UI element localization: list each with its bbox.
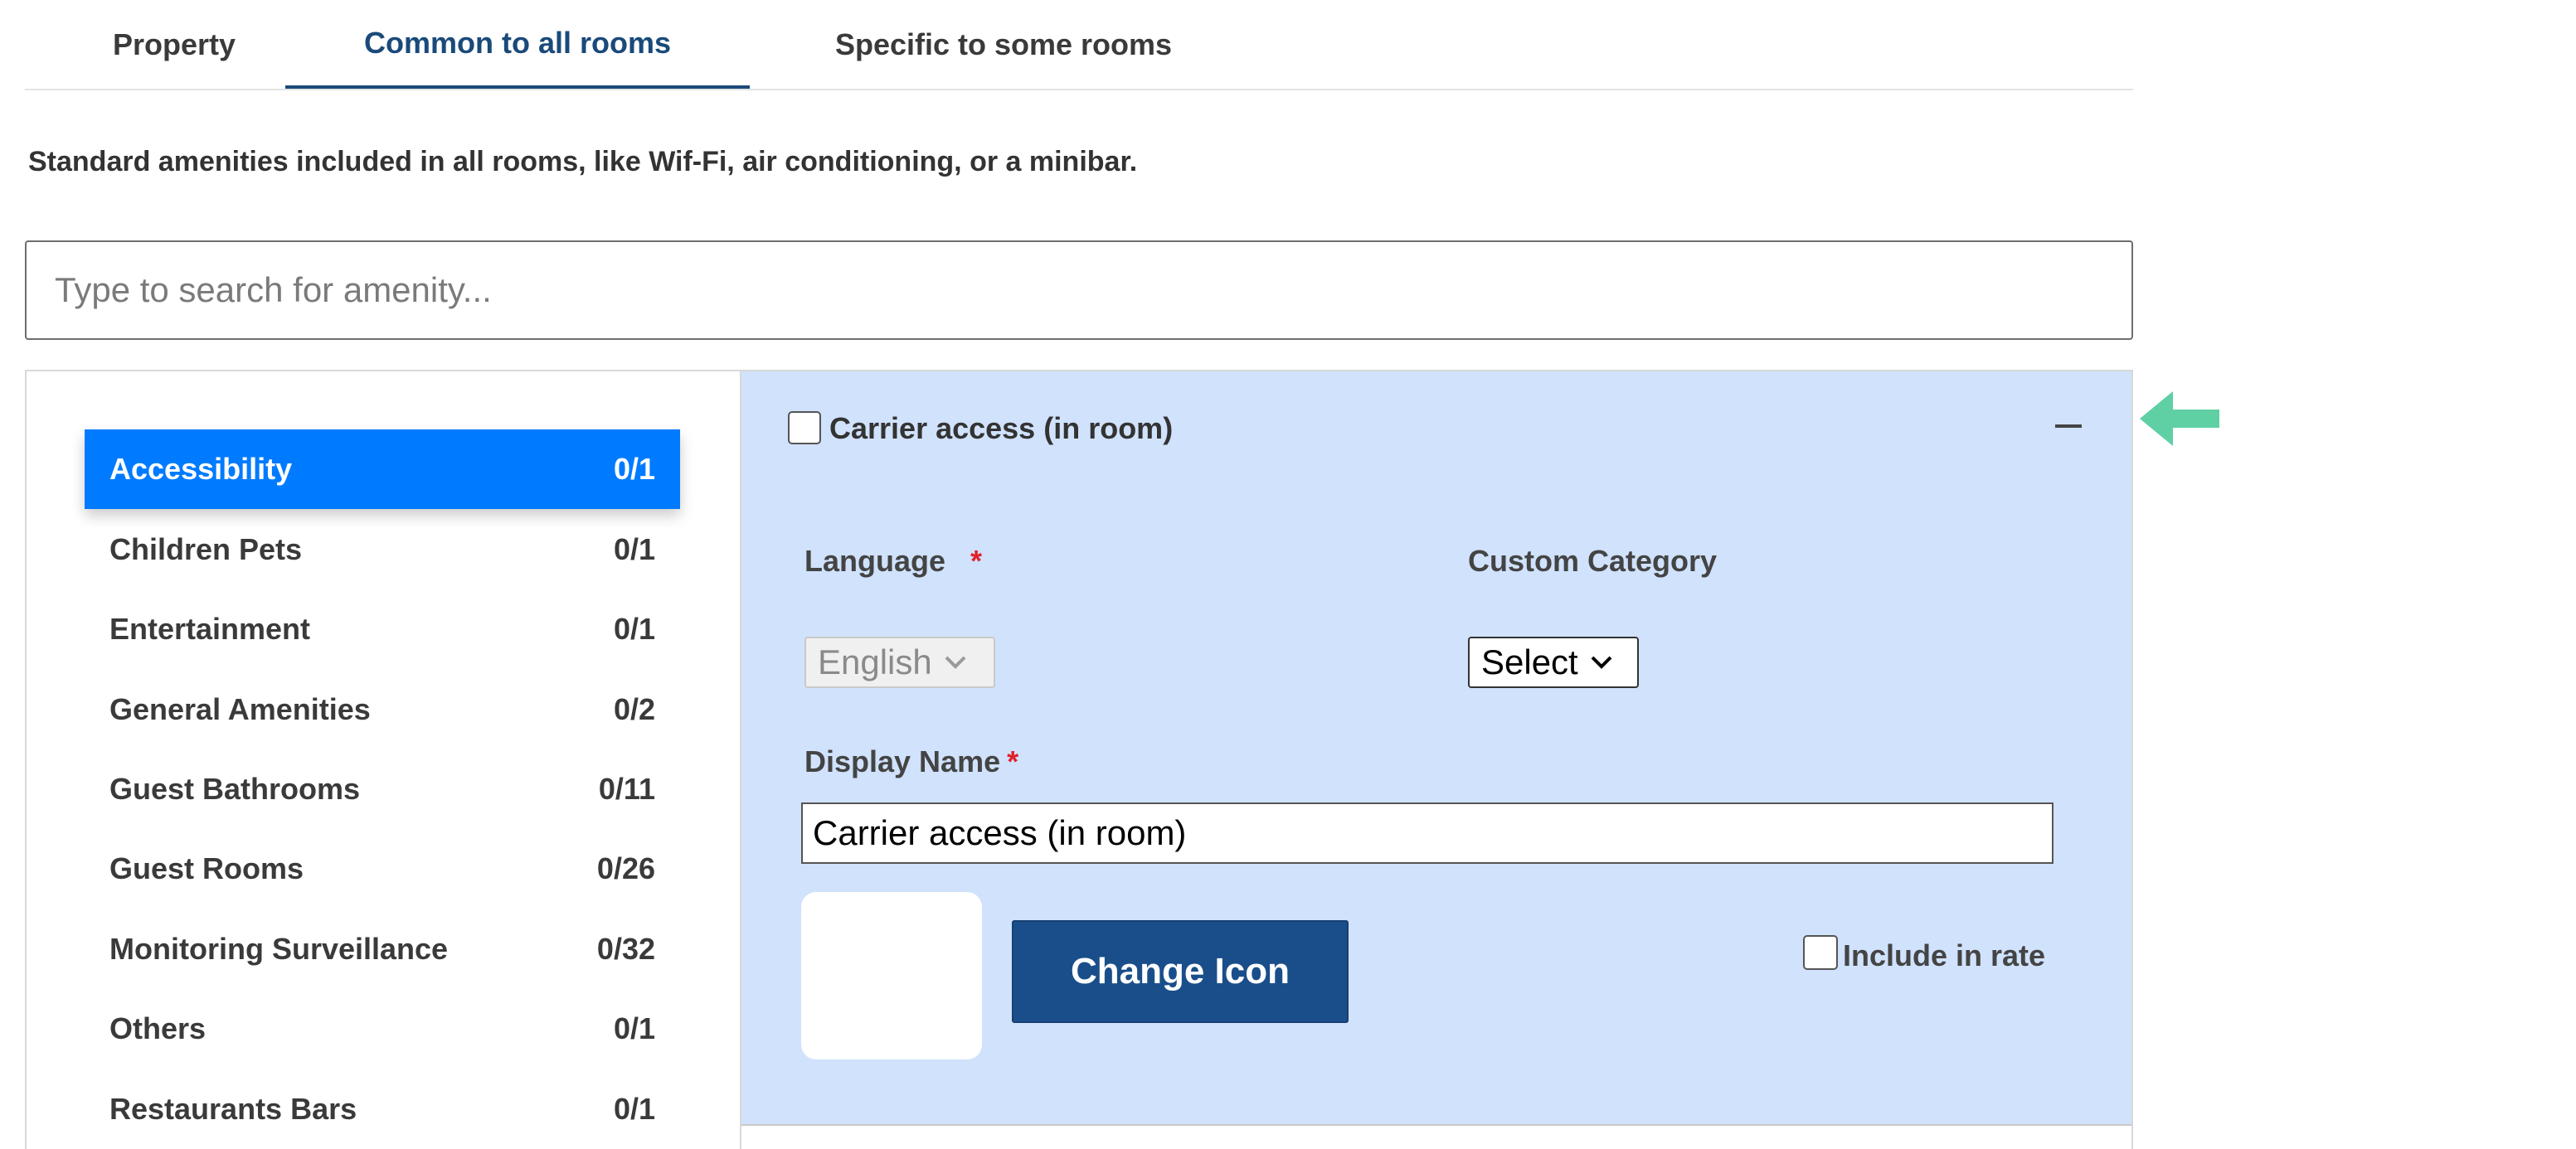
category-label: Guest Bathrooms [109,772,361,806]
category-item-general-amenities[interactable]: General Amenities 0/2 [85,670,680,749]
include-in-rate-label: Include in rate [1843,938,2046,972]
required-mark: * [970,544,983,578]
category-count: 0/11 [598,772,655,806]
category-item-accessibility[interactable]: Accessibility 0/1 [85,429,680,509]
category-label: Entertainment [109,612,311,646]
category-count: 0/1 [613,612,655,646]
category-label: Monitoring Surveillance [109,932,449,966]
minus-icon[interactable] [2055,424,2082,428]
category-label: Accessibility [109,452,293,486]
language-select: English [804,637,995,688]
chevron-down-icon [1591,656,1612,669]
amenity-title: Carrier access (in room) [829,411,1174,445]
display-name-input[interactable] [801,802,2054,864]
category-count: 0/26 [596,851,655,885]
tab-common-to-all-rooms[interactable]: Common to all rooms [285,0,750,89]
include-in-rate-checkbox[interactable] [1803,935,1838,970]
custom-category-value: Select [1481,642,1578,681]
category-item-guest-rooms[interactable]: Guest Rooms 0/26 [85,829,680,909]
category-count: 0/1 [613,532,655,566]
custom-category-label: Custom Category [1468,544,1718,578]
category-item-restaurants-bars[interactable]: Restaurants Bars 0/1 [85,1069,680,1149]
change-icon-button[interactable]: Change Icon [1012,920,1349,1023]
tab-property[interactable]: Property [58,0,290,89]
category-item-monitoring-surveillance[interactable]: Monitoring Surveillance 0/32 [85,909,680,989]
category-count: 0/1 [613,1092,655,1126]
amenity-select-checkbox[interactable] [788,411,821,444]
language-value: English [818,642,932,681]
category-label: Restaurants Bars [109,1092,357,1126]
tab-specific-to-some-rooms[interactable]: Specific to some rooms [771,0,1236,89]
category-count: 0/1 [613,1011,655,1045]
amenity-icon-preview [801,892,982,1059]
arrow-left-icon [2140,391,2219,446]
category-count: 0/32 [596,932,655,966]
category-item-entertainment[interactable]: Entertainment 0/1 [85,589,680,669]
category-count: 0/2 [613,692,655,726]
category-item-guest-bathrooms[interactable]: Guest Bathrooms 0/11 [85,749,680,829]
category-item-children-pets[interactable]: Children Pets 0/1 [85,510,680,589]
section-description: Standard amenities included in all rooms… [28,146,1138,177]
category-count: 0/1 [613,452,655,486]
category-label: Others [109,1011,207,1045]
category-label: Children Pets [109,532,303,566]
language-label: Language * [804,544,983,578]
category-label: Guest Rooms [109,851,304,885]
amenity-search-input[interactable] [25,240,2133,340]
category-label: General Amenities [109,692,371,726]
display-name-label: Display Name * [804,744,1019,778]
chevron-down-icon [945,656,966,669]
category-item-others[interactable]: Others 0/1 [85,989,680,1069]
required-mark: * [1007,744,1019,778]
custom-category-select[interactable]: Select [1468,637,1639,688]
tab-bar: Property Common to all rooms Specific to… [25,0,2133,90]
